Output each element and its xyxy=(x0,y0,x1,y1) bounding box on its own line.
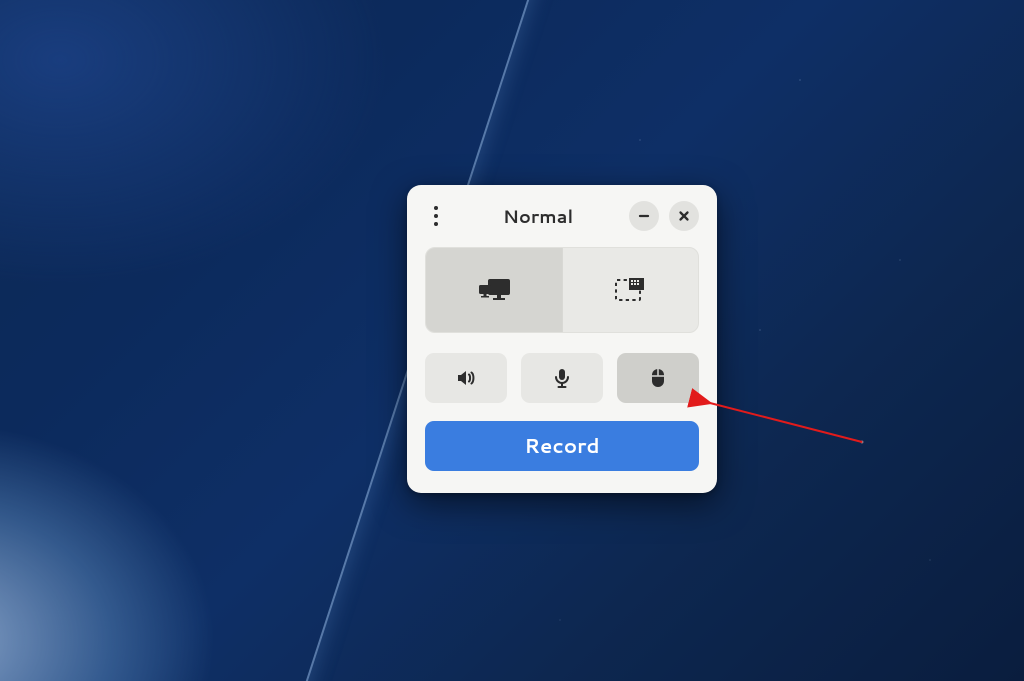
capture-mode-segment xyxy=(425,247,699,333)
mouse-pointer-icon xyxy=(650,367,666,389)
screen-recorder-window: Normal xyxy=(407,185,717,493)
region-capture-icon xyxy=(613,275,647,305)
minimize-button[interactable] xyxy=(629,201,659,231)
option-toggles-row xyxy=(425,353,699,403)
microphone-icon xyxy=(552,367,572,389)
speaker-icon xyxy=(455,367,477,389)
capture-region-option[interactable] xyxy=(563,248,699,332)
record-button-label: Record xyxy=(524,432,599,460)
kebab-icon xyxy=(434,206,438,210)
window-controls xyxy=(629,201,699,231)
close-button[interactable] xyxy=(669,201,699,231)
microphone-toggle[interactable] xyxy=(521,353,603,403)
minimize-icon xyxy=(637,209,651,223)
titlebar: Normal xyxy=(425,199,699,233)
mouse-pointer-toggle[interactable] xyxy=(617,353,699,403)
capture-screen-option[interactable] xyxy=(426,248,562,332)
close-icon xyxy=(677,209,691,223)
speaker-toggle[interactable] xyxy=(425,353,507,403)
record-button[interactable]: Record xyxy=(425,421,699,471)
screen-capture-icon xyxy=(474,275,514,305)
menu-button[interactable] xyxy=(425,202,447,230)
window-title: Normal xyxy=(447,203,629,229)
